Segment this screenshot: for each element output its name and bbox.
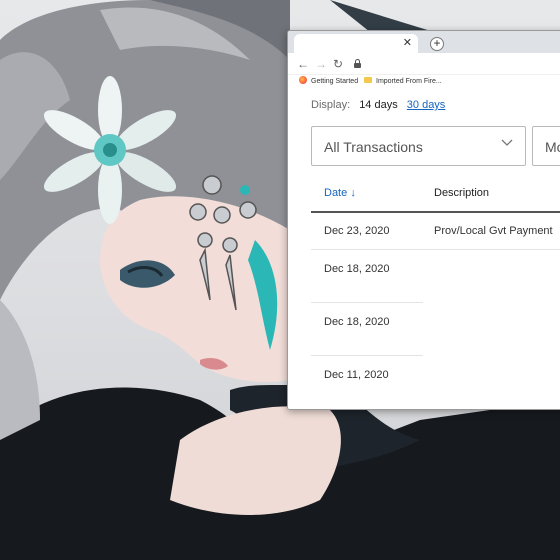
bookmark-label: Getting Started	[311, 78, 359, 85]
new-tab-button[interactable]: +	[430, 37, 444, 51]
forward-arrow-icon[interactable]: →	[315, 56, 327, 72]
table-row-date: Dec 18, 2020	[324, 316, 390, 328]
table-row-description: Prov/Local Gvt Payment	[434, 225, 553, 237]
browser-tab[interactable]: ✕	[294, 34, 418, 53]
select-value: Mo	[545, 139, 560, 155]
tab-close-icon[interactable]: ✕	[403, 36, 412, 50]
reload-icon[interactable]: ↻	[333, 56, 343, 72]
browser-window: ✕ + ← → ↻ Getting Started Imported From …	[287, 30, 560, 410]
chevron-down-icon	[501, 139, 513, 146]
browser-toolbar: ← → ↻	[288, 53, 560, 75]
firefox-icon	[299, 76, 307, 84]
row-divider	[311, 355, 423, 356]
bookmark-imported-folder[interactable]: Imported From Fire...	[364, 76, 442, 88]
description-column-header: Description	[434, 187, 490, 199]
display-30-days-link[interactable]: 30 days	[407, 99, 446, 111]
date-column-header[interactable]: Date ↓	[324, 187, 356, 199]
lock-icon[interactable]	[354, 59, 361, 68]
folder-icon	[364, 77, 372, 83]
table-header-divider	[311, 211, 560, 213]
display-range-row: Display: 14 days 30 days	[311, 99, 445, 111]
select-value: All Transactions	[324, 139, 423, 155]
row-divider	[311, 249, 560, 250]
table-row-date: Dec 23, 2020	[324, 225, 390, 237]
back-arrow-icon[interactable]: ←	[297, 56, 309, 72]
bookmark-getting-started[interactable]: Getting Started	[299, 76, 358, 88]
table-row-date: Dec 18, 2020	[324, 263, 390, 275]
tab-strip: ✕ +	[288, 31, 560, 53]
display-label: Display:	[311, 99, 351, 111]
transactions-page: Display: 14 days 30 days All Transaction…	[288, 89, 560, 409]
table-row-date: Dec 11, 2020	[324, 369, 389, 381]
bookmark-label: Imported From Fire...	[376, 78, 442, 85]
bookmarks-bar: Getting Started Imported From Fire...	[288, 75, 560, 89]
sort-down-arrow-icon: ↓	[350, 187, 356, 199]
row-divider	[311, 302, 423, 303]
transaction-type-select[interactable]: All Transactions	[311, 126, 526, 166]
display-14-days-option[interactable]: 14 days	[359, 99, 398, 111]
secondary-filter-select[interactable]: Mo	[532, 126, 560, 166]
